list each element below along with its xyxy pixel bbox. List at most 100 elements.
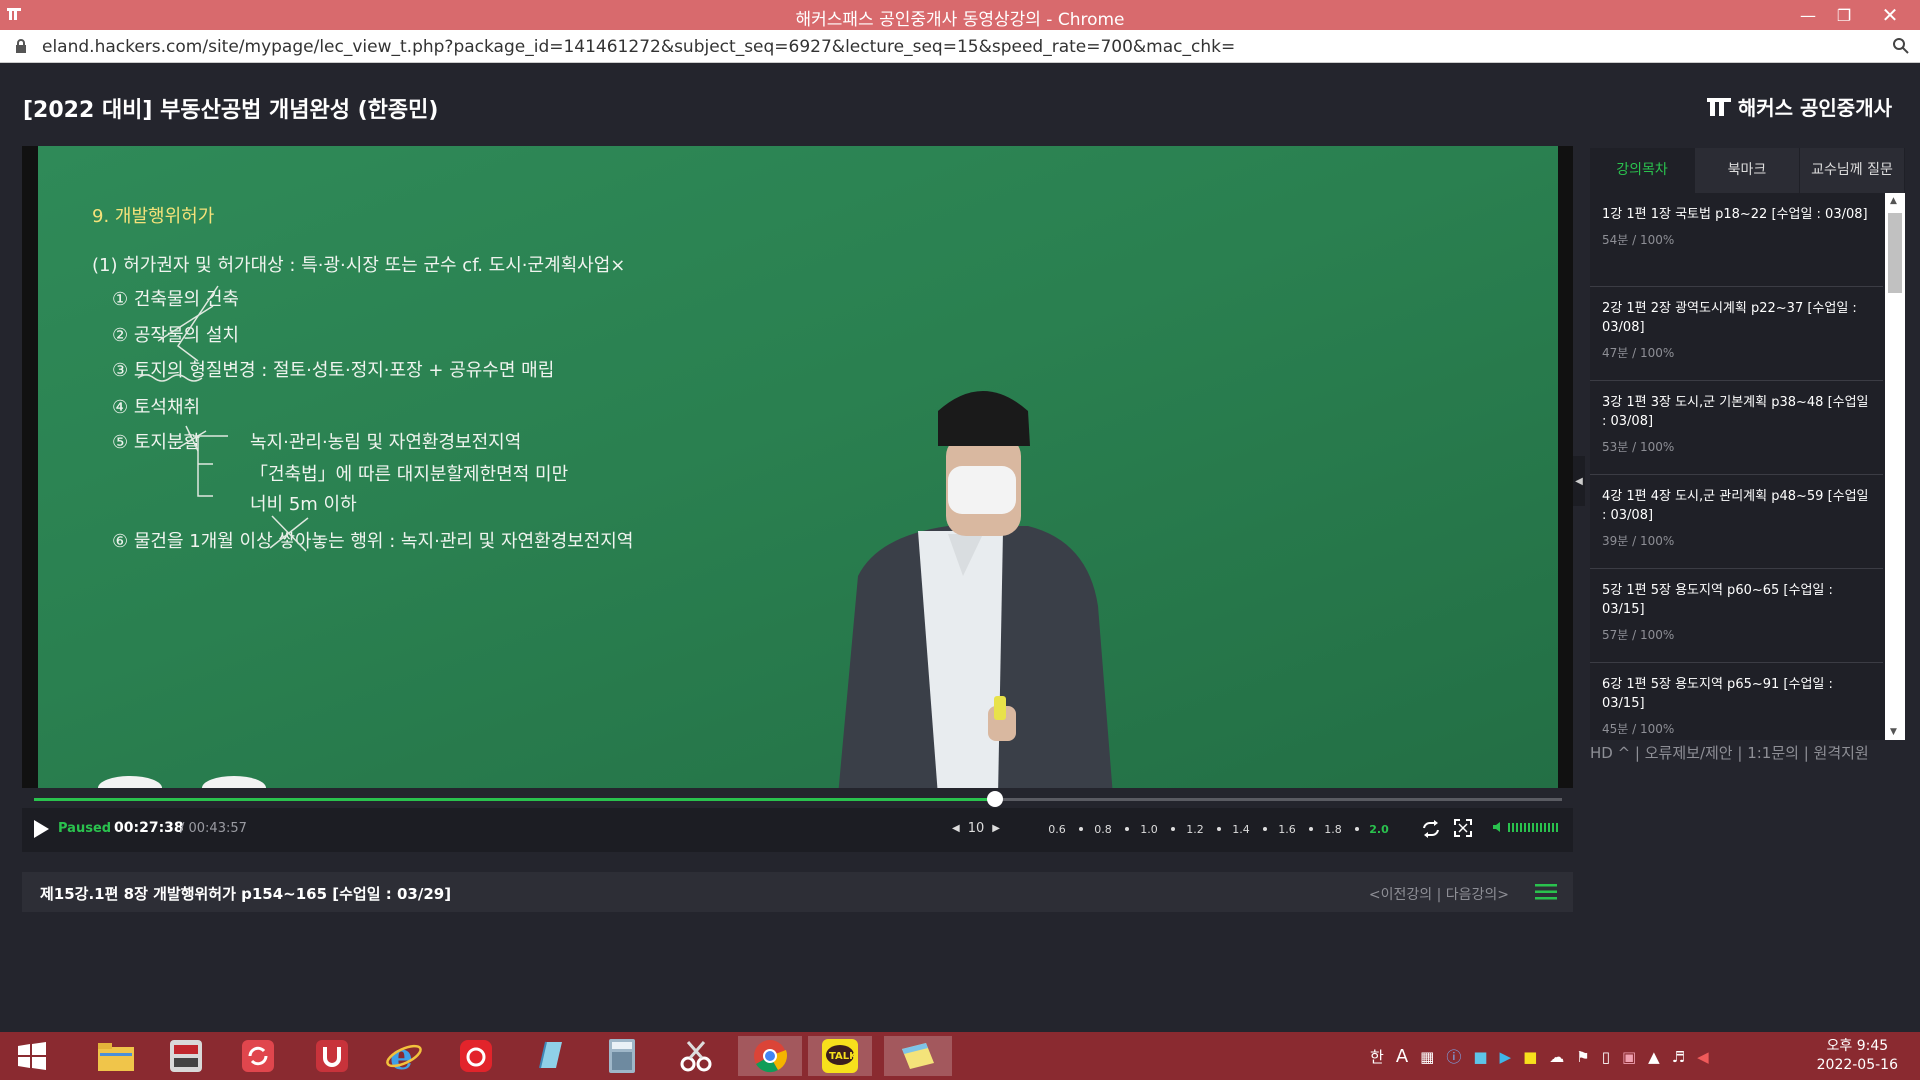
speed-option[interactable]: 1.6 (1264, 823, 1313, 836)
player-controls: Paused 00:27:38 / 00:43:57 ◀ 10 ▶ 0.6 0.… (22, 808, 1573, 852)
current-lecture-title: 제15강.1편 8장 개발행위허가 p154~165 [수업일 : 03/29] (40, 885, 452, 903)
notepad-icon[interactable] (522, 1036, 578, 1076)
fullscreen-icon[interactable] (1454, 819, 1472, 837)
hamburger-menu-icon[interactable] (1535, 884, 1557, 900)
lecture-list: 1강 1편 1장 국토법 p18~22 [수업일 : 03/08] 54분 / 1… (1590, 193, 1883, 740)
security-icon[interactable]: ▣ (1622, 1048, 1636, 1066)
list-item[interactable]: 6강 1편 5장 용도지역 p65~91 [수업일 : 03/15] 45분 / … (1590, 663, 1883, 740)
progress-bar[interactable] (34, 791, 1562, 807)
scroll-thumb[interactable] (1888, 213, 1902, 293)
progress-handle[interactable] (987, 791, 1004, 807)
window-title: 해커스패스 공인중개사 동영상강의 - Chrome (795, 10, 1125, 30)
ime-hangul-indicator[interactable]: 한 (1370, 1046, 1384, 1067)
list-item[interactable]: 1강 1편 1장 국토법 p18~22 [수업일 : 03/08] 54분 / 1… (1590, 193, 1883, 287)
calculator-icon[interactable] (594, 1036, 650, 1076)
seek-back-icon[interactable]: ◀ (952, 823, 960, 834)
kakaotalk-icon[interactable]: TALK (808, 1036, 872, 1076)
clock-time: 오후 9:45 (1826, 1038, 1889, 1054)
svg-text:TALK: TALK (829, 1051, 858, 1062)
sticky-notes-icon[interactable] (884, 1036, 952, 1076)
speed-option[interactable]: 1.0 (1126, 823, 1175, 836)
file-explorer-icon[interactable] (88, 1036, 144, 1076)
notification-icon[interactable]: ◀ (1697, 1048, 1709, 1066)
tab-bookmark[interactable]: 북마크 (1695, 148, 1800, 193)
lecture-sidebar: 강의목차 북마크 교수님께 질문 1강 1편 1장 국토법 p18~22 [수업… (1590, 148, 1905, 740)
brand-name: 해커스 공인중개사 (1737, 96, 1892, 120)
flag-icon[interactable]: ⚑ (1576, 1048, 1589, 1066)
volume-icon[interactable]: ♬ (1672, 1048, 1685, 1066)
tray-app-icon[interactable]: ■ (1473, 1048, 1487, 1066)
speed-option[interactable]: 1.2 (1172, 823, 1221, 836)
start-button[interactable] (4, 1036, 60, 1076)
sync-app-icon[interactable] (230, 1036, 286, 1076)
speed-option[interactable]: 0.6 (1034, 823, 1083, 836)
windows-taskbar: e TALK 한 A ▦ ⓘ ■ ▶ ■ ☁ ⚑ ▯ ▣ ▲ ♬ ◀ 오후 9:… (0, 1032, 1920, 1080)
video-player[interactable]: 9. 개발행위허가 (1) 허가권자 및 허가대상 : 특·광·시장 또는 군수… (22, 146, 1573, 788)
hackers-logo-icon (1706, 97, 1731, 116)
repeat-icon[interactable] (1420, 819, 1442, 839)
chrome-taskbar-icon[interactable] (738, 1036, 802, 1076)
sidebar-tabs: 강의목차 북마크 교수님께 질문 (1590, 148, 1905, 193)
system-tray: 한 A ▦ ⓘ ■ ▶ ■ ☁ ⚑ ▯ ▣ ▲ ♬ ◀ (1370, 1046, 1709, 1067)
tray-play-icon[interactable]: ▶ (1500, 1048, 1512, 1066)
progress-fill (34, 798, 996, 801)
speaker-icon[interactable] (1492, 821, 1504, 833)
lock-icon (16, 39, 26, 53)
current-time: 00:27:38 (114, 820, 184, 836)
list-item[interactable]: 4강 1편 4장 도시,군 관리계획 p48~59 [수업일 : 03/08] 3… (1590, 475, 1883, 569)
prev-next-lecture-nav[interactable]: <이전강의 | 다음강의> (1369, 884, 1509, 904)
weather-icon[interactable]: ☁ (1549, 1048, 1564, 1066)
sidebar-footer-links[interactable]: HD ^ | 오류제보/제안 | 1:1문의 | 원격지원 (1590, 742, 1910, 763)
internet-explorer-icon[interactable]: e (376, 1036, 432, 1076)
windows-logo-icon (18, 1042, 46, 1070)
list-item[interactable]: 5강 1편 5장 용도지역 p60~65 [수업일 : 03/15] 57분 / … (1590, 569, 1883, 663)
ime-alpha-indicator[interactable]: A (1396, 1046, 1408, 1067)
sidebar-scrollbar[interactable]: ▲ ▼ (1885, 193, 1905, 740)
svg-text:e: e (390, 1036, 413, 1076)
chalkboard: 9. 개발행위허가 (1) 허가권자 및 허가대상 : 특·광·시장 또는 군수… (38, 146, 1558, 788)
window-titlebar: 해커스패스 공인중개사 동영상강의 - Chrome — ❐ ✕ (0, 0, 1920, 30)
list-item[interactable]: 2강 1편 2장 광역도시계획 p22~37 [수업일 : 03/08] 47분 … (1590, 287, 1883, 381)
speed-option[interactable]: 1.4 (1218, 823, 1267, 836)
seek-step-value: 10 (967, 821, 985, 836)
speed-option-active[interactable]: 2.0 (1356, 823, 1402, 836)
ime-hanja-icon[interactable]: ▦ (1420, 1048, 1434, 1066)
magnet-app-icon[interactable] (304, 1036, 360, 1076)
desk-items (98, 776, 266, 788)
lecture-info-bar: 제15강.1편 8장 개발행위허가 p154~165 [수업일 : 03/29]… (22, 872, 1573, 912)
battery-icon[interactable]: ▯ (1602, 1048, 1610, 1066)
volume-control[interactable] (1492, 821, 1558, 833)
course-title: [2022 대비] 부동산공법 개념완성 (한종민) (23, 98, 439, 123)
lecturer-figure (838, 391, 1113, 788)
speed-option[interactable]: 0.8 (1080, 823, 1129, 836)
minimize-button[interactable]: — (1790, 0, 1826, 30)
volume-level[interactable] (1508, 822, 1558, 832)
play-icon[interactable] (32, 819, 50, 839)
app-icon[interactable] (158, 1036, 214, 1076)
sidebar-collapse-toggle[interactable]: ◀ (1573, 456, 1585, 506)
brand-logo: 해커스 공인중개사 (1706, 92, 1892, 121)
snipping-tool-icon[interactable] (668, 1036, 724, 1076)
speed-selector: 0.6 0.8 1.0 1.2 1.4 1.6 1.8 2.0 (1034, 823, 1402, 836)
scroll-down-icon[interactable]: ▼ (1890, 727, 1897, 737)
scroll-up-icon[interactable]: ▲ (1890, 196, 1897, 206)
restore-button[interactable]: ❐ (1826, 0, 1862, 30)
help-icon[interactable]: ⓘ (1446, 1046, 1461, 1067)
red-app-icon[interactable] (448, 1036, 504, 1076)
seek-forward-icon[interactable]: ▶ (992, 823, 1000, 834)
address-bar[interactable]: eland.hackers.com/site/mypage/lec_view_t… (0, 30, 1920, 63)
chalk-marks (137, 285, 309, 552)
url-text[interactable]: eland.hackers.com/site/mypage/lec_view_t… (42, 37, 1235, 57)
clock-date: 2022-05-16 (1816, 1057, 1898, 1073)
network-icon[interactable]: ▲ (1648, 1048, 1660, 1066)
list-item[interactable]: 3강 1편 3장 도시,군 기본계획 p38~48 [수업일 : 03/08] 5… (1590, 381, 1883, 475)
total-time: / 00:43:57 (180, 821, 247, 836)
tab-lecture-list[interactable]: 강의목차 (1590, 148, 1695, 193)
chat-icon[interactable]: ■ (1523, 1048, 1537, 1066)
taskbar-clock[interactable]: 오후 9:45 2022-05-16 (1817, 1037, 1898, 1075)
lecture-page: [2022 대비] 부동산공법 개념완성 (한종민) 해커스 공인중개사 9. … (0, 64, 1920, 1032)
tab-ask-professor[interactable]: 교수님께 질문 (1800, 148, 1905, 193)
close-button[interactable]: ✕ (1872, 0, 1908, 30)
zoom-icon[interactable] (1892, 37, 1910, 55)
speed-option[interactable]: 1.8 (1310, 823, 1359, 836)
